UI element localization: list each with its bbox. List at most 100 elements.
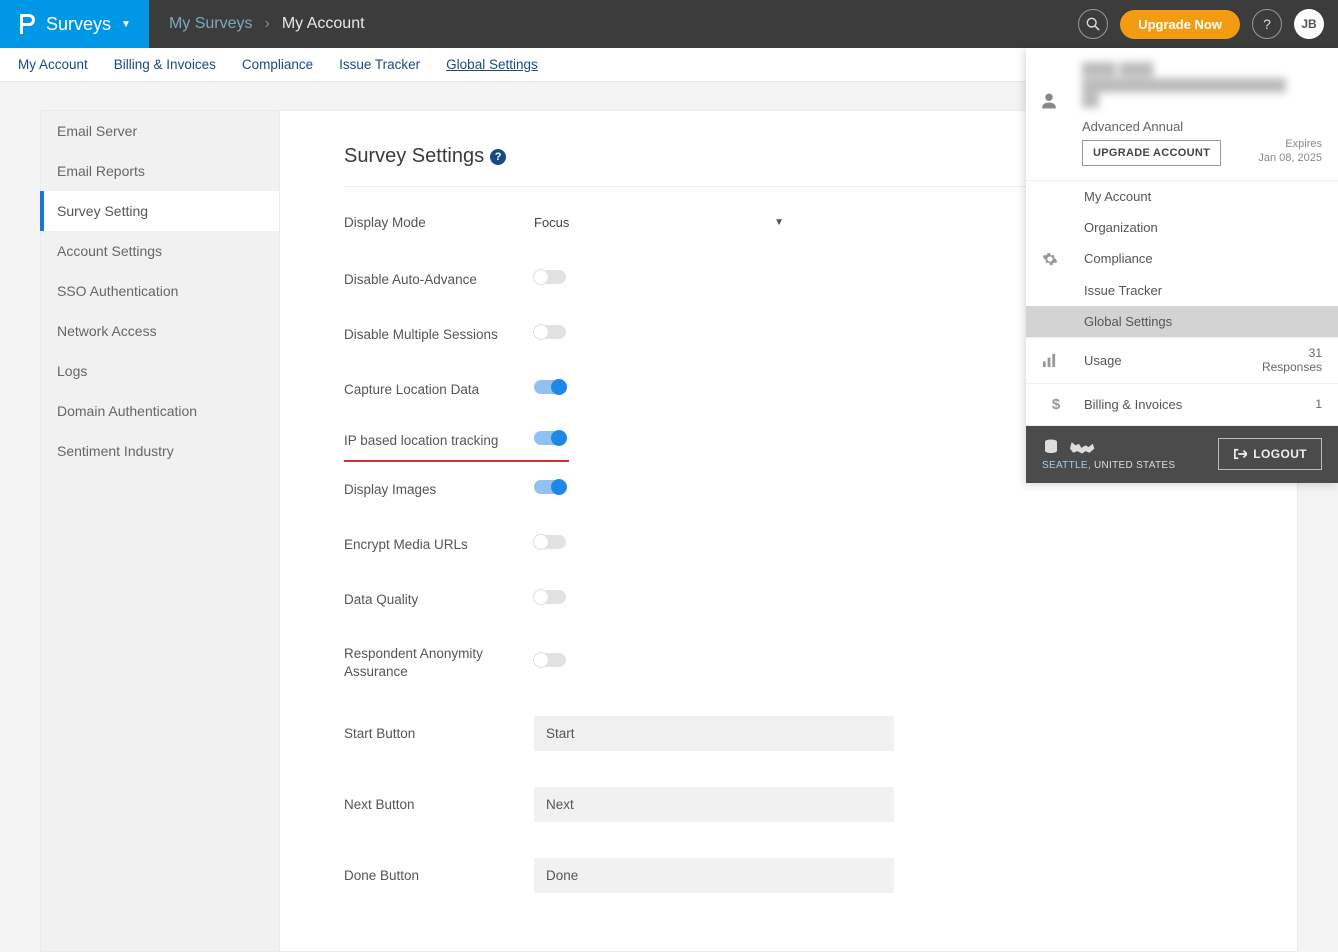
upgrade-account-button[interactable]: UPGRADE ACCOUNT (1082, 140, 1221, 166)
account-dropdown: ████ ██████████████████████████████ Adva… (1026, 48, 1338, 483)
page-title-text: Survey Settings (344, 145, 484, 168)
top-bar: Surveys ▼ My Surveys › My Account Upgrad… (0, 0, 1338, 48)
account-menu-section: My Account Organization Compliance Issue… (1026, 181, 1338, 338)
breadcrumb-current: My Account (282, 15, 365, 33)
display-mode-value: Focus (534, 215, 569, 230)
sidebar-item-email-reports[interactable]: Email Reports (41, 151, 279, 191)
toggle-capture-location[interactable] (534, 380, 566, 394)
settings-sidebar: Email Server Email Reports Survey Settin… (40, 110, 280, 952)
billing-section: $ Billing & Invoices 1 (1026, 384, 1338, 426)
billing-label: Billing & Invoices (1084, 397, 1182, 412)
account-header: ████ ██████████████████████████████ Adva… (1026, 48, 1338, 181)
top-actions: Upgrade Now ? JB (1064, 0, 1338, 48)
label-ip-location: IP based location tracking (344, 433, 534, 448)
toggle-ip-location[interactable] (534, 431, 566, 445)
plan-expires: Expires Jan 08, 2025 (1258, 137, 1322, 166)
row-anonymity: Respondent Anonymity Assurance (344, 627, 1247, 698)
menu-global-settings[interactable]: Global Settings (1026, 306, 1338, 337)
server-location: SEATTLE, UNITED STATES (1042, 460, 1175, 471)
account-footer: SEATTLE, UNITED STATES LOGOUT (1026, 426, 1338, 483)
menu-issue-tracker[interactable]: Issue Tracker (1026, 275, 1338, 306)
help-icon[interactable]: ? (490, 149, 506, 165)
row-ip-location: IP based location tracking (344, 417, 569, 462)
brand-menu[interactable]: Surveys ▼ (0, 0, 149, 48)
next-button-input[interactable] (534, 787, 894, 822)
subnav-issue[interactable]: Issue Tracker (327, 48, 432, 82)
label-start-button: Start Button (344, 726, 534, 741)
breadcrumb-root[interactable]: My Surveys (169, 15, 253, 33)
question-icon: ? (1263, 16, 1271, 32)
toggle-anonymity[interactable] (534, 653, 566, 667)
caret-down-icon: ▼ (121, 19, 131, 30)
logout-label: LOGOUT (1253, 447, 1307, 461)
label-display-images: Display Images (344, 482, 534, 497)
location-city: SEATTLE, (1042, 460, 1091, 471)
sidebar-item-survey-setting[interactable]: Survey Setting (40, 191, 279, 231)
label-anonymity: Respondent Anonymity Assurance (344, 645, 534, 680)
subnav-global-settings[interactable]: Global Settings (434, 48, 550, 82)
upgrade-now-button[interactable]: Upgrade Now (1120, 10, 1240, 39)
subnav-compliance[interactable]: Compliance (230, 48, 325, 82)
plan-name: Advanced Annual (1082, 119, 1221, 134)
breadcrumb: My Surveys › My Account (149, 0, 1064, 48)
menu-usage[interactable]: Usage 31Responses (1026, 338, 1338, 383)
menu-organization[interactable]: Organization (1026, 212, 1338, 243)
toggle-auto-advance[interactable] (534, 270, 566, 284)
logout-icon (1233, 448, 1247, 460)
toggle-data-quality[interactable] (534, 590, 566, 604)
row-next-button: Next Button (344, 769, 1247, 840)
brand-logo-icon (18, 14, 36, 34)
location-rest: UNITED STATES (1091, 460, 1175, 471)
footer-icons (1042, 438, 1175, 456)
caret-down-icon: ▼ (774, 217, 784, 228)
label-next-button: Next Button (344, 797, 534, 812)
row-start-button: Start Button (344, 698, 1247, 769)
sidebar-item-account-settings[interactable]: Account Settings (41, 231, 279, 271)
search-button[interactable] (1078, 9, 1108, 39)
bar-chart-icon (1042, 353, 1070, 368)
usage-section: Usage 31Responses (1026, 338, 1338, 384)
toggle-encrypt-media[interactable] (534, 535, 566, 549)
search-icon (1086, 17, 1100, 31)
toggle-display-images[interactable] (534, 480, 566, 494)
dollar-icon: $ (1042, 396, 1070, 413)
menu-label: Issue Tracker (1084, 283, 1162, 298)
menu-my-account[interactable]: My Account (1026, 181, 1338, 212)
subnav-billing[interactable]: Billing & Invoices (102, 48, 228, 82)
menu-label: My Account (1084, 189, 1151, 204)
subnav-my-account[interactable]: My Account (6, 48, 100, 82)
expires-label: Expires (1285, 138, 1322, 150)
usage-value: 31Responses (1262, 346, 1322, 375)
menu-compliance[interactable]: Compliance (1026, 243, 1338, 275)
sidebar-item-logs[interactable]: Logs (41, 351, 279, 391)
database-icon (1042, 438, 1060, 456)
user-icon (1040, 62, 1068, 166)
menu-label: Global Settings (1084, 314, 1172, 329)
start-button-input[interactable] (534, 716, 894, 751)
logout-button[interactable]: LOGOUT (1218, 438, 1322, 470)
display-mode-select[interactable]: Focus ▼ (534, 211, 784, 234)
sidebar-item-email-server[interactable]: Email Server (41, 111, 279, 151)
sidebar-item-sso[interactable]: SSO Authentication (41, 271, 279, 311)
label-encrypt-media: Encrypt Media URLs (344, 537, 534, 552)
map-icon (1070, 438, 1096, 456)
sidebar-item-domain-auth[interactable]: Domain Authentication (41, 391, 279, 431)
sidebar-item-sentiment[interactable]: Sentiment Industry (41, 431, 279, 471)
expires-date: Jan 08, 2025 (1258, 152, 1322, 164)
menu-billing[interactable]: $ Billing & Invoices 1 (1026, 384, 1338, 425)
brand-label: Surveys (46, 14, 111, 35)
row-encrypt-media: Encrypt Media URLs (344, 517, 1247, 572)
avatar[interactable]: JB (1294, 9, 1324, 39)
sidebar-item-network[interactable]: Network Access (41, 311, 279, 351)
help-button[interactable]: ? (1252, 9, 1282, 39)
gears-icon (1042, 251, 1070, 267)
chevron-right-icon: › (265, 15, 270, 33)
label-capture-location: Capture Location Data (344, 382, 534, 397)
billing-count: 1 (1315, 397, 1322, 411)
toggle-multiple-sessions[interactable] (534, 325, 566, 339)
menu-label: Compliance (1084, 251, 1153, 266)
account-name-blurred: ████ ██████████████████████████████ (1082, 62, 1322, 109)
label-multiple-sessions: Disable Multiple Sessions (344, 327, 534, 342)
row-data-quality: Data Quality (344, 572, 1247, 627)
label-data-quality: Data Quality (344, 592, 534, 607)
